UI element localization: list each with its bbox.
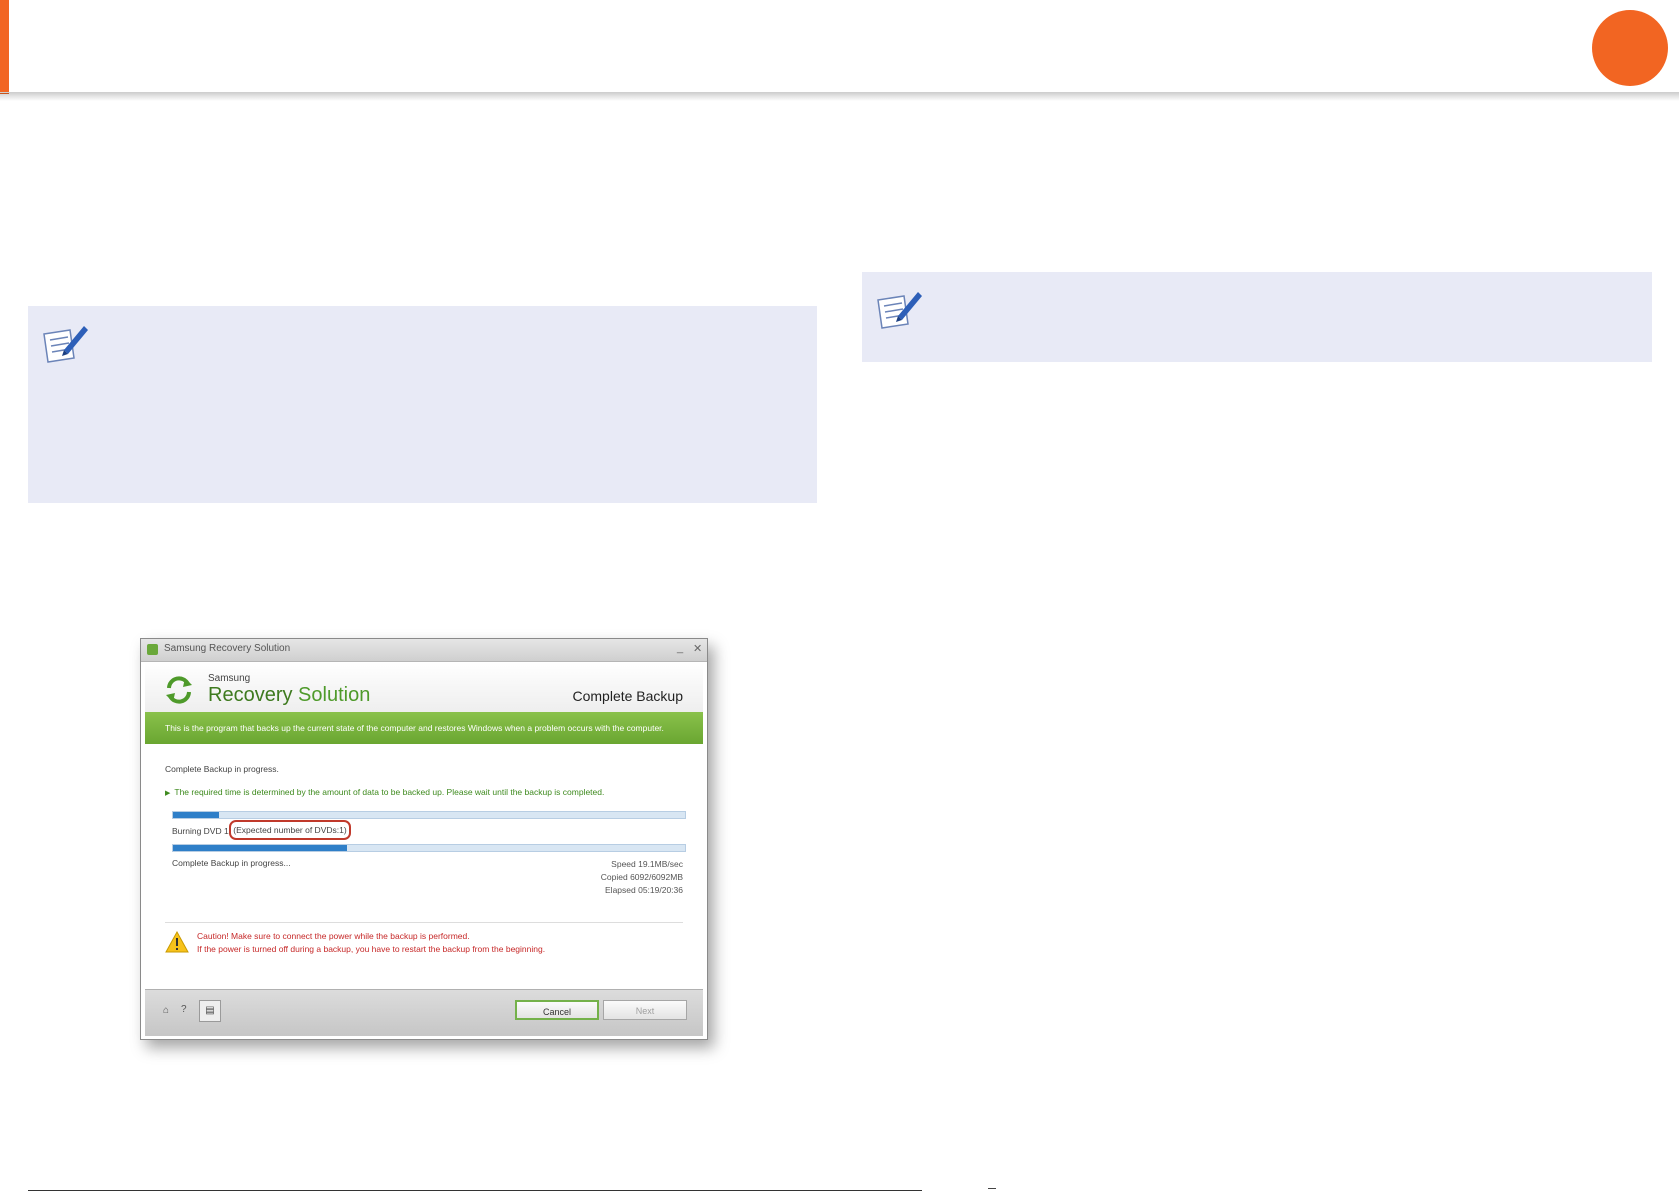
note-box-left	[28, 306, 817, 503]
recovery-window-screenshot: Samsung Recovery Solution _ ✕ Samsung Re…	[140, 638, 708, 1040]
overall-progress-bar	[172, 811, 686, 819]
note-box-right	[862, 272, 1652, 362]
home-icon[interactable]: ⌂	[163, 1005, 169, 1016]
copied-stat: Copied 6092/6092MB	[600, 872, 683, 882]
expected-dvds-highlight: (Expected number of DVDs:1)	[229, 820, 351, 840]
next-button[interactable]: Next	[603, 1000, 687, 1020]
logo-product-word2: Solution	[298, 684, 371, 706]
speed-stat: Speed 19.1MB/sec	[611, 859, 683, 869]
cancel-button[interactable]: Cancel	[515, 1000, 599, 1020]
document-icon[interactable]: ▤	[199, 1000, 221, 1022]
logo-header: Samsung Recovery Solution Complete Backu…	[145, 662, 703, 712]
logo-brand: Samsung	[208, 673, 251, 684]
backup-progress-panel: Complete Backup in progress. ▶ The requir…	[145, 744, 703, 989]
app-icon	[147, 644, 158, 655]
caution-message: Caution! Make sure to connect the power …	[197, 930, 545, 956]
logo-product-word1: Recovery	[208, 684, 293, 706]
hint-text-body: The required time is determined by the a…	[174, 787, 605, 797]
hint-text: ▶ The required time is determined by the …	[165, 787, 604, 797]
dvd-progress-bar	[172, 844, 686, 852]
footer-rule	[28, 1190, 922, 1191]
header-rule	[0, 92, 1679, 101]
close-button[interactable]: ✕	[693, 642, 702, 655]
burn-label: Burning DVD 1	[172, 826, 229, 836]
caution-line-1: Caution! Make sure to connect the power …	[197, 931, 470, 941]
screen-title: Complete Backup	[572, 688, 683, 704]
logo-product: Recovery Solution	[208, 684, 370, 707]
hint-arrow-icon: ▶	[165, 790, 171, 797]
page-tab-dot	[1592, 10, 1668, 86]
dvd-progress-fill	[173, 845, 348, 851]
banner-text: This is the program that backs up the cu…	[165, 723, 664, 733]
window-title: Samsung Recovery Solution	[164, 643, 291, 654]
header-accent-bar	[0, 0, 9, 94]
window-footer: ⌂ ? ▤ Cancel Next	[145, 989, 703, 1036]
backup-stats: Speed 19.1MB/sec Copied 6092/6092MB Elap…	[601, 858, 683, 897]
divider	[165, 922, 683, 923]
caution-line-2: If the power is turned off during a back…	[197, 944, 546, 954]
overall-progress-fill	[173, 812, 220, 818]
footer-mark	[988, 1188, 996, 1192]
recovery-refresh-icon	[166, 676, 192, 704]
status-text-bottom: Complete Backup in progress...	[172, 858, 291, 868]
note-pencil-icon	[43, 326, 88, 363]
window-titlebar[interactable]: Samsung Recovery Solution _ ✕	[141, 639, 707, 662]
help-icon[interactable]: ?	[181, 1004, 187, 1015]
minimize-button[interactable]: _	[677, 642, 683, 654]
elapsed-stat: Elapsed 05:19/20:36	[605, 885, 683, 895]
warning-icon	[165, 931, 189, 953]
status-text-top: Complete Backup in progress.	[165, 764, 279, 774]
note-pencil-icon	[877, 292, 922, 329]
description-banner: This is the program that backs up the cu…	[145, 712, 703, 744]
